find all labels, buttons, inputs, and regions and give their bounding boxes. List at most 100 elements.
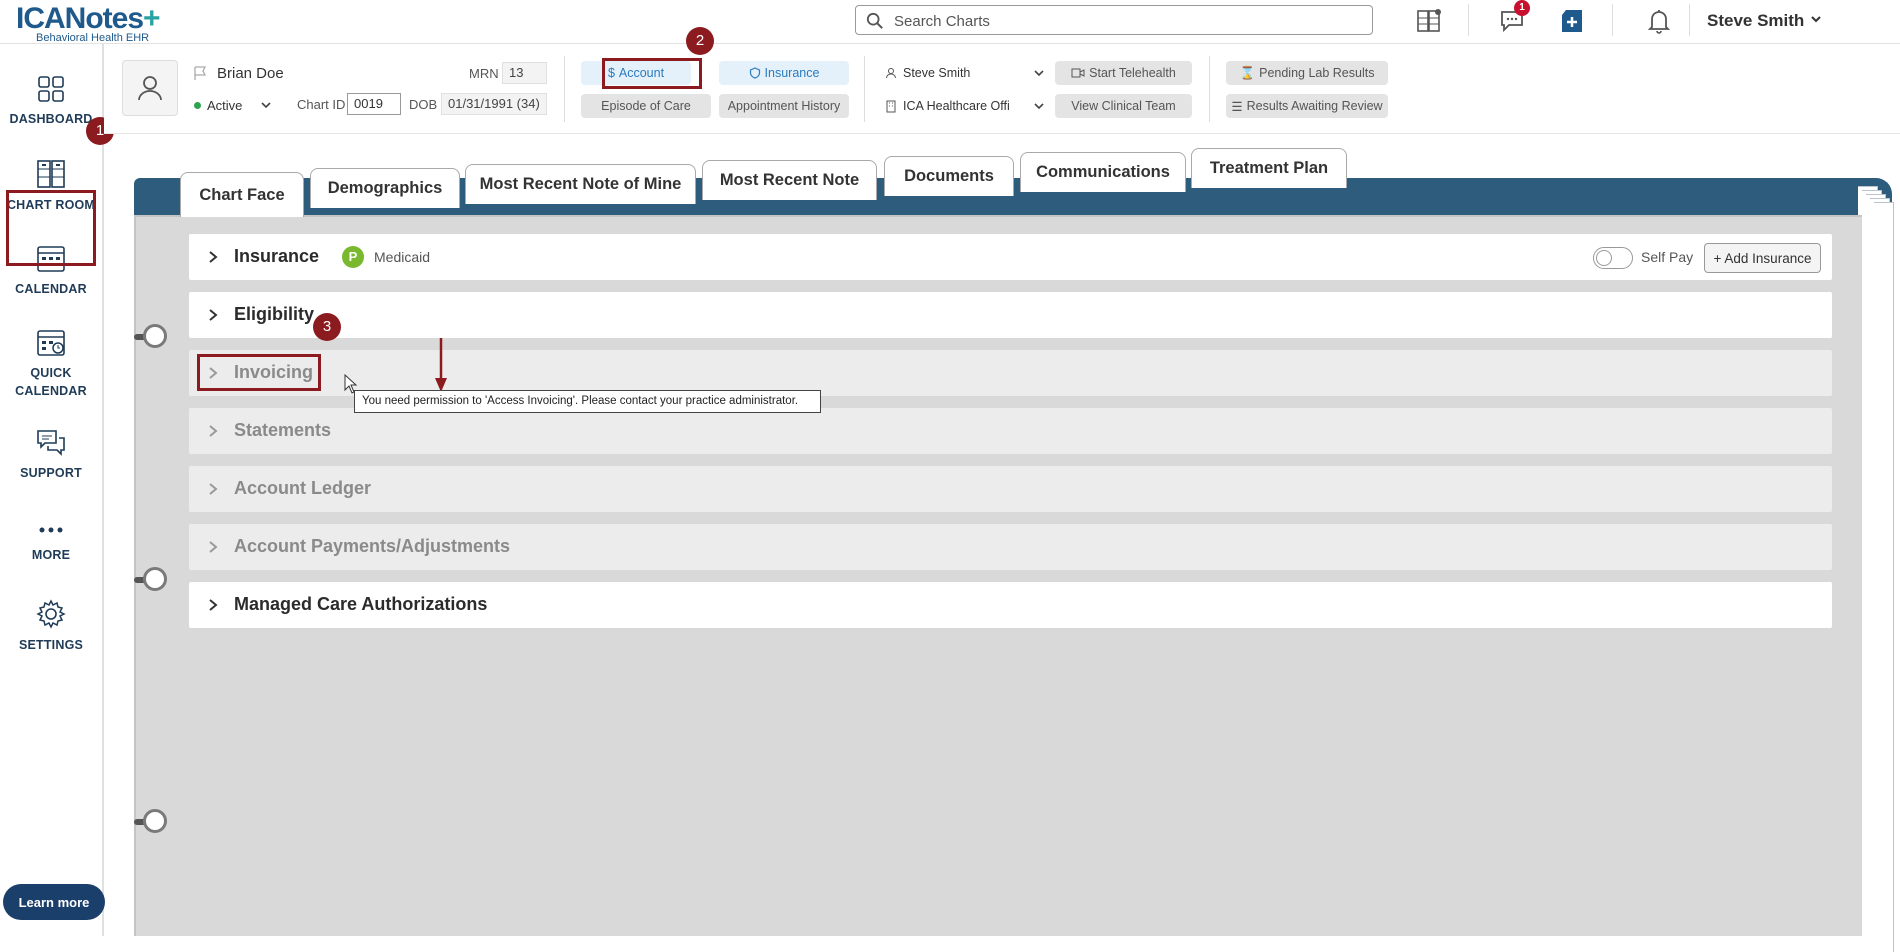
chevron-down-icon — [1034, 70, 1044, 77]
chevron-right-icon — [209, 599, 218, 611]
account-highlight — [602, 58, 702, 89]
provider-select[interactable]: Steve Smith — [885, 61, 1045, 85]
patient-name: Brian Doe — [217, 65, 284, 82]
section-account-ledger[interactable]: Account Ledger — [189, 466, 1832, 512]
section-title: Account Ledger — [234, 478, 372, 498]
user-menu[interactable]: Steve Smith — [1707, 11, 1804, 31]
bell-icon — [1647, 10, 1671, 34]
building-icon — [886, 100, 896, 112]
chevron-right-icon — [209, 251, 218, 263]
patient-status-select[interactable]: Active — [188, 94, 288, 116]
chart-id-field[interactable]: 0019 — [347, 93, 401, 115]
dob-value: 01/31/1991 (34) — [441, 93, 547, 115]
section-eligibility[interactable]: Eligibility — [189, 292, 1832, 338]
add-insurance-button[interactable]: + Add Insurance — [1704, 243, 1821, 273]
office-value: ICA Healthcare Offi — [903, 99, 1010, 113]
section-managed-care[interactable]: Managed Care Authorizations — [189, 582, 1832, 628]
self-pay-toggle[interactable] — [1593, 247, 1633, 269]
status-dot — [194, 101, 201, 109]
learn-more-button[interactable]: Learn more — [3, 884, 105, 920]
flag-icon[interactable] — [192, 65, 208, 81]
messages-badge: 1 — [1514, 0, 1530, 16]
search-charts[interactable] — [855, 5, 1373, 35]
quick-calendar-icon — [37, 330, 65, 356]
user-icon — [886, 68, 896, 79]
hourglass-icon: ⌛ — [1239, 65, 1256, 80]
mrn-value: 13 — [502, 62, 547, 84]
step-marker-2: 2 — [686, 27, 714, 55]
chart-room-highlight — [6, 190, 96, 266]
chevron-right-icon — [209, 309, 218, 321]
plan-name: Medicaid — [374, 249, 431, 265]
appointment-history-button[interactable]: Appointment History — [719, 94, 849, 118]
permission-tooltip: You need permission to 'Access Invoicing… — [354, 390, 821, 413]
section-statements[interactable]: Statements — [189, 408, 1832, 454]
start-telehealth-button[interactable]: Start Telehealth — [1055, 61, 1192, 85]
mrn-label: MRN — [469, 66, 499, 81]
app-logo[interactable]: ICANotes+ Behavioral Health EHR — [16, 2, 161, 45]
section-title: Managed Care Authorizations — [234, 594, 488, 614]
binder-ring — [143, 324, 167, 348]
patient-header: Brian Doe Active MRN 13 Chart ID 0019 DO… — [104, 44, 1900, 134]
sidebar-label: CALENDAR — [15, 282, 87, 296]
chevron-right-icon — [209, 541, 218, 553]
search-icon — [866, 12, 883, 29]
chevron-right-icon — [209, 425, 218, 437]
chevron-down-icon — [261, 102, 271, 109]
episode-of-care-button[interactable]: Episode of Care — [581, 94, 711, 118]
insurance-button[interactable]: Insurance — [719, 61, 849, 85]
chevron-right-icon — [209, 483, 218, 495]
top-separator — [1468, 4, 1469, 36]
sidebar-item-dashboard[interactable]: DASHBOARD — [0, 74, 102, 128]
top-separator — [1612, 4, 1613, 36]
section-insurance[interactable]: Insurance P Medicaid Self Pay + Add Insu… — [189, 234, 1832, 280]
office-select[interactable]: ICA Healthcare Offi — [885, 94, 1045, 118]
tab-treatment-plan[interactable]: Treatment Plan — [1191, 148, 1347, 188]
top-bar: ICANotes+ Behavioral Health EHR 1 Steve … — [0, 0, 1900, 44]
top-separator — [1689, 4, 1690, 36]
results-awaiting-review-button[interactable]: ☰ Results Awaiting Review — [1226, 94, 1388, 118]
tab-communications[interactable]: Communications — [1020, 152, 1186, 192]
sidebar-item-quick-calendar[interactable]: QUICK CALENDAR — [0, 326, 102, 400]
logo-text: ICANotes — [16, 2, 144, 35]
insurance-label: Insurance — [764, 66, 820, 80]
invoicing-highlight — [197, 354, 321, 391]
sidebar-label: MORE — [31, 548, 71, 562]
status-value: Active — [207, 97, 243, 113]
provider-value: Steve Smith — [903, 66, 971, 80]
header-separator — [864, 56, 865, 122]
chart-room-top-button[interactable] — [1413, 6, 1445, 36]
section-account-payments[interactable]: Account Payments/Adjustments — [189, 524, 1832, 570]
sidebar-item-support[interactable]: SUPPORT — [0, 428, 102, 482]
logo-plus: + — [143, 2, 161, 35]
self-pay-label: Self Pay — [1641, 249, 1694, 265]
view-clinical-team-button[interactable]: View Clinical Team — [1055, 94, 1192, 118]
tab-most-recent-note-of-mine[interactable]: Most Recent Note of Mine — [465, 164, 696, 204]
tab-demographics[interactable]: Demographics — [310, 168, 460, 208]
tab-documents[interactable]: Documents — [884, 156, 1014, 196]
sidebar-item-more[interactable]: MORE — [0, 520, 102, 564]
primary-badge: P — [342, 246, 364, 268]
tab-most-recent-note[interactable]: Most Recent Note — [702, 160, 877, 200]
search-input[interactable] — [894, 11, 1354, 31]
section-title: Statements — [234, 420, 332, 440]
sidebar-label: SETTINGS — [18, 638, 84, 652]
sidebar-label: SUPPORT — [20, 466, 82, 480]
tab-chart-face[interactable]: Chart Face — [180, 172, 304, 217]
sidebar-item-settings[interactable]: SETTINGS — [0, 598, 102, 654]
notifications-button[interactable] — [1643, 6, 1675, 36]
checklist-icon: ☰ — [1231, 99, 1243, 114]
messages-button[interactable]: 1 — [1496, 0, 1530, 36]
pending-lab-results-button[interactable]: ⌛ Pending Lab Results — [1226, 61, 1388, 85]
start-telehealth-label: Start Telehealth — [1089, 66, 1176, 80]
chevron-down-icon[interactable] — [1810, 13, 1822, 25]
rx-button[interactable] — [1556, 6, 1588, 36]
more-icon — [39, 527, 63, 533]
results-awaiting-label: Results Awaiting Review — [1246, 99, 1383, 113]
gear-icon — [36, 599, 66, 629]
header-separator — [1209, 56, 1210, 122]
dashboard-icon — [38, 76, 64, 102]
patient-avatar[interactable] — [122, 60, 178, 116]
binder-ring — [143, 809, 167, 833]
support-icon — [37, 430, 65, 456]
